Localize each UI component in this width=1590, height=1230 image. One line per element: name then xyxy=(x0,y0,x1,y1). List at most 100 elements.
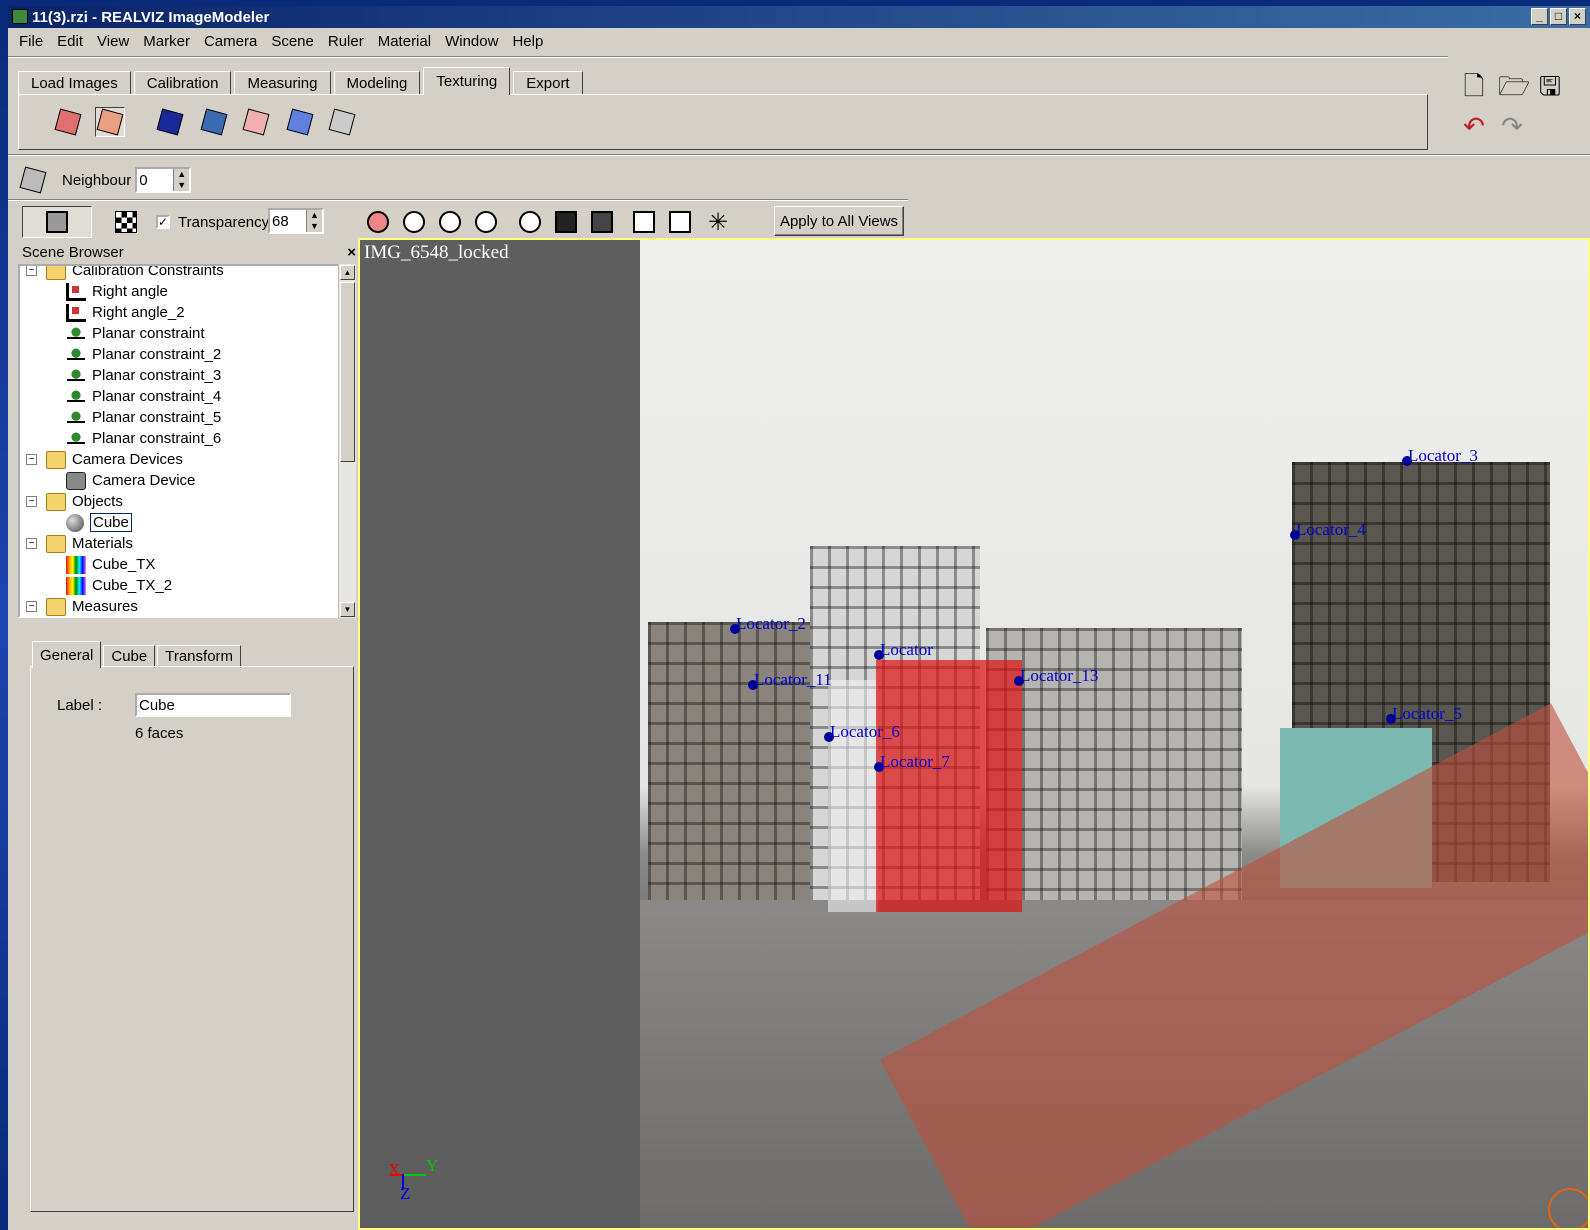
grid-icon[interactable] xyxy=(586,206,618,238)
menu-camera[interactable]: Camera xyxy=(197,33,264,50)
tab-general[interactable]: General xyxy=(32,641,102,668)
collapse-icon[interactable]: − xyxy=(26,454,37,465)
texture-map-icon[interactable] xyxy=(285,107,315,137)
tab-calibration[interactable]: Calibration xyxy=(133,71,232,95)
apply-to-all-views-button[interactable]: Apply to All Views xyxy=(774,206,904,236)
open-file-icon[interactable]: 🗁 xyxy=(1498,72,1530,100)
locator-1[interactable]: Locator xyxy=(874,640,933,660)
selected-cube-face[interactable] xyxy=(876,660,1022,912)
file-toolbar: 🗋 🗁 🖫 ↶ ↷ xyxy=(1460,72,1590,152)
tab-transform[interactable]: Transform xyxy=(157,645,242,668)
locator-2[interactable]: Locator_2 xyxy=(730,614,806,634)
tree-item-label: Camera Devices xyxy=(72,451,183,468)
texture-cube-icon[interactable] xyxy=(155,107,185,137)
select-object-icon[interactable] xyxy=(18,165,48,195)
spinner-arrows-icon[interactable]: ▲ ▼ xyxy=(306,210,322,232)
menu-edit[interactable]: Edit xyxy=(50,33,90,50)
redo-icon[interactable]: ↷ xyxy=(1498,112,1526,140)
tree-item[interactable]: Planar constraint_4 xyxy=(66,386,221,407)
tab-export[interactable]: Export xyxy=(513,71,583,95)
navigation-icon[interactable] xyxy=(1548,1188,1588,1228)
tree-item[interactable]: Cube_TX_2 xyxy=(66,575,172,596)
transparency-input[interactable] xyxy=(270,212,306,230)
locator-6[interactable]: Locator_6 xyxy=(824,722,900,742)
render-view-icon[interactable] xyxy=(628,206,660,238)
locator-13[interactable]: Locator_13 xyxy=(1013,666,1098,686)
label-input[interactable] xyxy=(135,693,291,717)
locator-5[interactable]: Locator_5 xyxy=(1386,704,1462,724)
tree-item[interactable]: Planar constraint_3 xyxy=(66,365,221,386)
tree-item-label: Planar constraint_4 xyxy=(92,388,222,405)
collapse-icon[interactable]: − xyxy=(26,538,37,549)
undo-icon[interactable]: ↶ xyxy=(1460,112,1488,140)
eye-icon[interactable] xyxy=(514,206,546,238)
wireframe-icon[interactable] xyxy=(327,107,357,137)
tree-item[interactable]: − Camera Devices xyxy=(26,449,183,470)
camera-view-icon[interactable] xyxy=(22,206,92,238)
tree-item[interactable]: − Calibration Constraints xyxy=(26,266,224,281)
tab-load-images[interactable]: Load Images xyxy=(18,71,131,95)
tree-item[interactable]: − Objects xyxy=(26,491,123,512)
axes-icon[interactable]: ✳ xyxy=(702,206,734,238)
collapse-icon[interactable]: − xyxy=(26,496,37,507)
spinner-arrows-icon[interactable]: ▲ ▼ xyxy=(173,169,190,191)
neighbour-input[interactable] xyxy=(137,171,174,189)
pointer-tool-icon[interactable] xyxy=(362,206,394,238)
locator-7[interactable]: Locator_7 xyxy=(874,752,950,772)
select-face-icon[interactable] xyxy=(53,107,83,137)
save-icon[interactable]: 🖫 xyxy=(1536,72,1564,100)
tree-item[interactable]: Right angle_2 xyxy=(66,302,185,323)
menu-ruler[interactable]: Ruler xyxy=(321,33,371,50)
tree-item[interactable]: Cube_TX xyxy=(66,554,155,575)
view-cube-3-icon[interactable] xyxy=(470,206,502,238)
scroll-up-icon[interactable]: ▲ xyxy=(340,265,355,280)
menu-scene[interactable]: Scene xyxy=(264,33,321,50)
checker-icon[interactable] xyxy=(110,206,142,238)
tree-item[interactable]: − Materials xyxy=(26,533,133,554)
tab-modeling[interactable]: Modeling xyxy=(333,71,421,95)
menu-material[interactable]: Material xyxy=(371,33,438,50)
tree-item[interactable]: Cube xyxy=(66,512,132,533)
locator-11[interactable]: Locator_11 xyxy=(748,670,832,690)
tab-cube[interactable]: Cube xyxy=(103,645,156,668)
camera-icon[interactable] xyxy=(664,206,696,238)
texture-extract-icon[interactable] xyxy=(199,107,229,137)
transparency-checkbox[interactable]: ✓ xyxy=(148,206,178,238)
menu-view[interactable]: View xyxy=(90,33,136,50)
tree-item[interactable]: Planar constraint_2 xyxy=(66,344,221,365)
close-icon[interactable]: × xyxy=(1569,8,1586,25)
view-cube-2-icon[interactable] xyxy=(434,206,466,238)
planar-icon xyxy=(66,366,86,385)
minimize-icon[interactable]: _ xyxy=(1531,8,1548,25)
close-icon[interactable]: × xyxy=(347,244,356,261)
menu-window[interactable]: Window xyxy=(438,33,505,50)
locator-3[interactable]: Locator_3 xyxy=(1402,446,1478,466)
tree-item[interactable]: Planar constraint_6 xyxy=(66,428,221,449)
tree-item[interactable]: Planar constraint xyxy=(66,323,205,344)
image-viewport[interactable]: Locator_2 Locator Locator_11 Locator_13 … xyxy=(358,238,1590,1230)
scroll-down-icon[interactable]: ▼ xyxy=(340,602,355,617)
scroll-thumb[interactable] xyxy=(340,282,355,462)
new-file-icon[interactable]: 🗋 xyxy=(1460,72,1488,100)
collapse-icon[interactable]: − xyxy=(26,601,37,612)
menu-file[interactable]: File xyxy=(12,33,50,50)
tree-scrollbar[interactable]: ▲ ▼ xyxy=(338,264,356,618)
neighbour-spinner[interactable]: ▲▼ xyxy=(135,167,192,193)
tree-item[interactable]: Right angle xyxy=(66,281,168,302)
select-object-icon[interactable] xyxy=(95,107,125,137)
menu-help[interactable]: Help xyxy=(505,33,550,50)
tab-measuring[interactable]: Measuring xyxy=(234,71,331,95)
transparency-spinner[interactable]: ▲▼ xyxy=(268,208,324,234)
collapse-icon[interactable]: − xyxy=(26,266,37,276)
locators-icon[interactable] xyxy=(550,206,582,238)
menu-marker[interactable]: Marker xyxy=(136,33,197,50)
texture-paint-icon[interactable] xyxy=(241,107,271,137)
locator-4[interactable]: Locator_4 xyxy=(1290,520,1366,540)
tree-item[interactable]: − Measures xyxy=(26,596,138,616)
tab-texturing[interactable]: Texturing xyxy=(423,67,511,95)
tree-item[interactable]: Camera Device xyxy=(66,470,195,491)
tree-item[interactable]: Planar constraint_5 xyxy=(66,407,221,428)
app-window: 11(3).rzi - REALVIZ ImageModeler _ □ × F… xyxy=(8,6,1590,1230)
view-cube-1-icon[interactable] xyxy=(398,206,430,238)
maximize-icon[interactable]: □ xyxy=(1550,8,1567,25)
